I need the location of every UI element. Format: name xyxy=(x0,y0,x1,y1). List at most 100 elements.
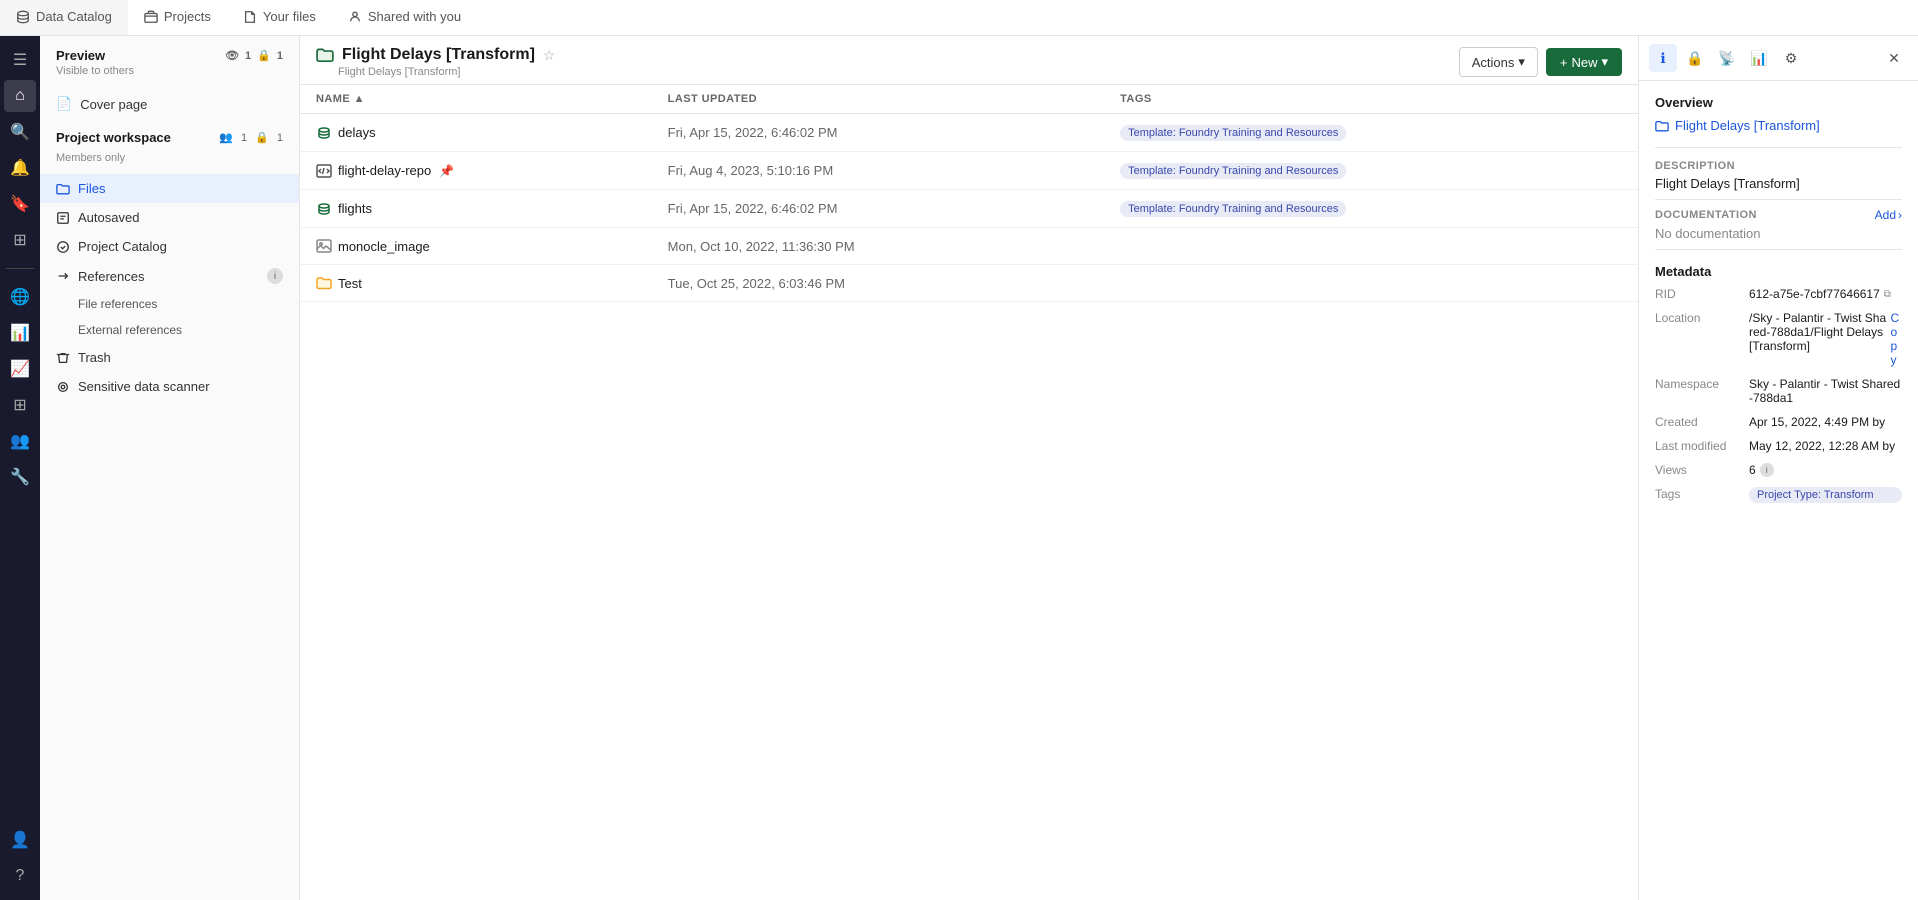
meta-row-rid: RID 612-a75e-7cbf77646617 ⧉ xyxy=(1655,287,1902,301)
cell-name: monocle_image xyxy=(300,228,652,265)
preview-icons: 👁 1 🔒 1 xyxy=(225,49,283,62)
cell-tags xyxy=(1104,228,1638,265)
rp-chart-icon[interactable]: 📊 xyxy=(1745,44,1773,72)
icon-bar: ☰ ⌂ 🔍 🔔 🔖 ⊞ 🌐 📊 📈 ⊞ 👥 🔧 👤 ? xyxy=(0,36,40,900)
project-workspace-section: Project workspace 👥 1 🔒 1 Members only xyxy=(40,119,299,174)
header-actions: Actions ▾ + New ▾ xyxy=(1459,47,1622,77)
project-workspace-header: Project workspace 👥 1 🔒 1 xyxy=(40,123,299,152)
meta-last-modified-key: Last modified xyxy=(1655,439,1745,453)
nav-home-icon[interactable]: ⌂ xyxy=(4,80,36,112)
file-type-icon xyxy=(316,201,332,217)
actions-button[interactable]: Actions ▾ xyxy=(1459,47,1538,77)
tab-your-files-label: Your files xyxy=(263,9,316,24)
nav-users-icon[interactable]: 👥 xyxy=(4,425,36,457)
nav-chart-icon[interactable]: 📈 xyxy=(4,353,36,385)
rp-project-link[interactable]: Flight Delays [Transform] xyxy=(1655,118,1902,133)
tab-data-catalog-label: Data Catalog xyxy=(36,9,112,24)
rp-close-icon[interactable]: ✕ xyxy=(1880,44,1908,72)
tab-projects[interactable]: Projects xyxy=(128,0,227,35)
sidebar-item-files[interactable]: Files xyxy=(40,174,299,203)
nav-analytics-icon[interactable]: 📊 xyxy=(4,317,36,349)
tab-shared-with-you-label: Shared with you xyxy=(368,9,461,24)
sidebar-item-external-references[interactable]: External references xyxy=(40,317,299,343)
meta-row-created: Created Apr 15, 2022, 4:49 PM by xyxy=(1655,415,1902,429)
rp-settings-icon[interactable]: ⚙ xyxy=(1777,44,1805,72)
shared-icon xyxy=(348,10,362,24)
files-folder-icon xyxy=(56,182,70,196)
new-plus-icon: + xyxy=(1560,55,1568,70)
location-copy-link[interactable]: Copy xyxy=(1891,311,1902,367)
cell-name: flights xyxy=(300,190,652,228)
nav-person-icon[interactable]: 👤 xyxy=(4,824,36,856)
scanner-icon xyxy=(56,380,70,394)
tag-badge: Template: Foundry Training and Resources xyxy=(1120,201,1346,217)
rp-divider-2 xyxy=(1655,199,1902,200)
cell-tags xyxy=(1104,265,1638,302)
new-button[interactable]: + New ▾ xyxy=(1546,48,1622,76)
rp-rss-icon[interactable]: 📡 xyxy=(1713,44,1741,72)
star-icon[interactable]: ☆ xyxy=(543,47,556,64)
project-workspace-icons: 👥 1 🔒 1 xyxy=(219,131,283,144)
views-info-icon: i xyxy=(1760,463,1774,477)
nav-search-icon[interactable]: 🔍 xyxy=(4,116,36,148)
rp-lock-icon[interactable]: 🔒 xyxy=(1681,44,1709,72)
sidebar-item-cover-page[interactable]: 📄 Cover page xyxy=(40,89,299,119)
right-panel: ℹ 🔒 📡 📊 ⚙ ✕ Overview Flight Delays [Tran… xyxy=(1638,36,1918,900)
new-chevron-icon: ▾ xyxy=(1601,54,1608,70)
preview-section: Preview 👁 1 🔒 1 Visible to others xyxy=(40,36,299,89)
right-panel-toolbar: ℹ 🔒 📡 📊 ⚙ ✕ xyxy=(1639,36,1918,81)
nav-apps-icon[interactable]: ⊞ xyxy=(4,224,36,256)
page-title: Flight Delays [Transform] xyxy=(342,46,535,64)
pw-lock-icon: 🔒 xyxy=(255,131,269,144)
meta-tags-key: Tags xyxy=(1655,487,1745,501)
nav-alerts-icon[interactable]: 🔔 xyxy=(4,152,36,184)
meta-row-tags: Tags Project Type: Transform xyxy=(1655,487,1902,503)
eye-icon: 👁 xyxy=(225,49,239,62)
nav-wrench-icon[interactable]: 🔧 xyxy=(4,461,36,493)
page-header: Flight Delays [Transform] ☆ Flight Delay… xyxy=(300,36,1638,85)
files-label: Files xyxy=(78,181,105,196)
preview-count-a: 1 xyxy=(245,50,251,62)
page-breadcrumb: Flight Delays [Transform] xyxy=(316,64,555,78)
rid-copy-icon[interactable]: ⧉ xyxy=(1884,289,1891,300)
sidebar-item-references[interactable]: References i xyxy=(40,261,299,291)
col-name-header[interactable]: Name ▲ xyxy=(300,85,652,114)
table-row[interactable]: delaysFri, Apr 15, 2022, 6:46:02 PMTempl… xyxy=(300,114,1638,152)
page-title-row: Flight Delays [Transform] ☆ xyxy=(316,46,555,64)
cell-last-updated: Fri, Apr 15, 2022, 6:46:02 PM xyxy=(652,190,1104,228)
nav-help-icon[interactable]: ? xyxy=(4,860,36,892)
sidebar-item-sensitive-data-scanner[interactable]: Sensitive data scanner xyxy=(40,372,299,401)
preview-title-text: Preview xyxy=(56,48,105,63)
table-row[interactable]: TestTue, Oct 25, 2022, 6:03:46 PM xyxy=(300,265,1638,302)
rp-no-documentation: No documentation xyxy=(1655,226,1902,241)
file-name: delays xyxy=(338,125,376,140)
table-row[interactable]: flightsFri, Apr 15, 2022, 6:46:02 PM Temp… xyxy=(300,190,1638,228)
references-info-badge[interactable]: i xyxy=(267,268,283,284)
table-row[interactable]: monocle_imageMon, Oct 10, 2022, 11:36:30… xyxy=(300,228,1638,265)
cell-last-updated: Mon, Oct 10, 2022, 11:36:30 PM xyxy=(652,228,1104,265)
sidebar-item-project-catalog[interactable]: Project Catalog xyxy=(40,232,299,261)
meta-views-value: 6 xyxy=(1749,463,1756,477)
tab-shared-with-you[interactable]: Shared with you xyxy=(332,0,477,35)
rp-add-label: Add xyxy=(1875,208,1896,222)
nav-bookmark-icon[interactable]: 🔖 xyxy=(4,188,36,220)
nav-globe-icon[interactable]: 🌐 xyxy=(4,281,36,313)
rp-description-value: Flight Delays [Transform] xyxy=(1655,176,1902,191)
nav-grid-icon[interactable]: ⊞ xyxy=(4,389,36,421)
rp-add-documentation[interactable]: Add › xyxy=(1875,208,1902,222)
table-row[interactable]: flight-delay-repo📌Fri, Aug 4, 2023, 5:10… xyxy=(300,152,1638,190)
cell-tags: Template: Foundry Training and Resources xyxy=(1104,114,1638,152)
tab-your-files[interactable]: Your files xyxy=(227,0,332,35)
trash-label: Trash xyxy=(78,350,111,365)
sidebar-item-trash[interactable]: Trash xyxy=(40,343,299,372)
autosaved-icon xyxy=(56,211,70,225)
rp-info-icon[interactable]: ℹ xyxy=(1649,44,1677,72)
sidebar-item-file-references[interactable]: File references xyxy=(40,291,299,317)
pw-users-icon: 👥 xyxy=(219,131,233,144)
file-name: flight-delay-repo xyxy=(338,163,431,178)
sidebar-item-autosaved[interactable]: Autosaved xyxy=(40,203,299,232)
file-type-icon xyxy=(316,238,332,254)
nav-menu-icon[interactable]: ☰ xyxy=(4,44,36,76)
tab-data-catalog[interactable]: Data Catalog xyxy=(0,0,128,35)
meta-views-key-text: Views xyxy=(1655,463,1687,477)
